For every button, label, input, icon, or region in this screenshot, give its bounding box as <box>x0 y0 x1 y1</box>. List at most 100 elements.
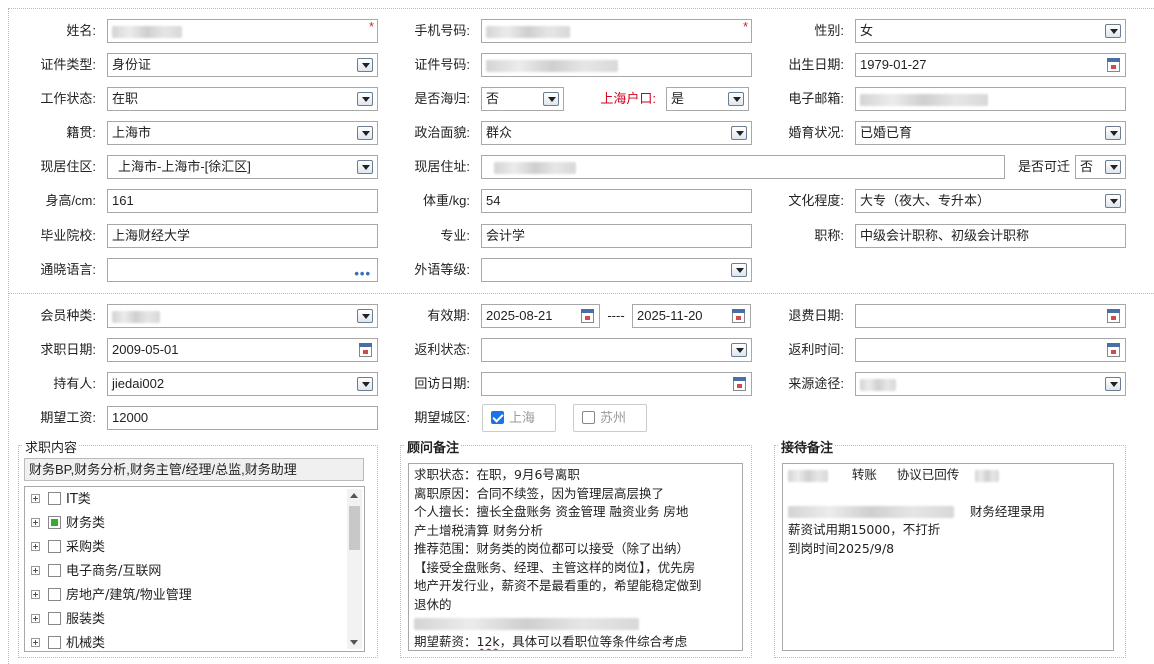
checkbox-icon[interactable] <box>48 564 61 577</box>
foreign-level-select[interactable] <box>481 258 752 282</box>
chevron-down-icon[interactable] <box>543 92 559 106</box>
chevron-down-icon[interactable] <box>357 160 373 174</box>
chevron-down-icon[interactable] <box>1105 160 1121 174</box>
chevron-down-icon[interactable] <box>1105 24 1121 38</box>
name-input[interactable]: * <box>107 19 378 43</box>
work-status-select[interactable]: 在职 <box>107 87 378 111</box>
validity-to-input[interactable]: 2025-11-20 <box>632 304 751 328</box>
chevron-down-icon[interactable] <box>357 92 373 106</box>
expand-icon[interactable] <box>31 614 40 623</box>
rebate-time-input[interactable] <box>855 338 1126 362</box>
scroll-down-icon[interactable] <box>350 640 358 645</box>
chevron-down-icon[interactable] <box>731 126 747 140</box>
gender-select[interactable]: 女 <box>855 19 1126 43</box>
checkbox-icon[interactable] <box>582 411 595 424</box>
city-label: 期望城区: <box>414 410 470 425</box>
id-type-select[interactable]: 身份证 <box>107 53 378 77</box>
scroll-up-icon[interactable] <box>350 493 358 498</box>
address-input[interactable] <box>481 155 1005 179</box>
advisor-notes-textarea[interactable]: 求职状态：在职，9月6号离职 离职原因：合同不续签，因为管理层高层换了 个人擅长… <box>408 463 743 651</box>
tree-item-it[interactable]: IT类 <box>31 490 91 510</box>
checkbox-icon[interactable] <box>48 588 61 601</box>
political-select[interactable]: 群众 <box>481 121 752 145</box>
expand-icon[interactable] <box>31 566 40 575</box>
checkbox-icon[interactable] <box>48 540 61 553</box>
holder-select[interactable]: jiedai002 <box>107 372 378 396</box>
scroll-thumb[interactable] <box>349 506 360 550</box>
rebate-status-select[interactable] <box>481 338 752 362</box>
email-label: 电子邮箱: <box>788 91 844 106</box>
chevron-down-icon[interactable] <box>357 126 373 140</box>
checkbox-partial-icon[interactable] <box>48 516 61 529</box>
city-option-shanghai[interactable]: 上海 <box>482 404 556 432</box>
validity-from-input[interactable]: 2025-08-21 <box>481 304 600 328</box>
calendar-icon[interactable] <box>1107 58 1120 72</box>
title-input[interactable]: 中级会计职称、初级会计职称 <box>855 224 1126 248</box>
salary-input[interactable]: 12000 <box>107 406 378 430</box>
sh-hukou-select[interactable]: 是 <box>666 87 749 111</box>
chevron-down-icon[interactable] <box>731 343 747 357</box>
expand-icon[interactable] <box>31 518 40 527</box>
chevron-down-icon[interactable] <box>1105 377 1121 391</box>
calendar-icon[interactable] <box>732 309 745 323</box>
calendar-icon[interactable] <box>359 343 372 357</box>
birth-date-input[interactable]: 1979-01-27 <box>855 53 1126 77</box>
tree-item-ecommerce[interactable]: 电子商务/互联网 <box>31 562 161 582</box>
checkbox-checked-icon[interactable] <box>491 411 504 424</box>
job-category-tree[interactable]: IT类 财务类 采购类 电子商务/互联网 房地产/建筑/物业管理 服装类 机械类 <box>24 486 365 652</box>
phone-input[interactable]: * <box>481 19 752 43</box>
chevron-down-icon[interactable] <box>1105 126 1121 140</box>
education-select[interactable]: 大专（夜大、专升本） <box>855 189 1126 213</box>
expand-icon[interactable] <box>31 542 40 551</box>
source-select[interactable] <box>855 372 1126 396</box>
checkbox-icon[interactable] <box>48 636 61 649</box>
calendar-icon[interactable] <box>581 309 594 323</box>
job-content-title: 求职内容 <box>23 437 80 456</box>
visit-date-input[interactable] <box>481 372 752 396</box>
job-date-input[interactable]: 2009-05-01 <box>107 338 378 362</box>
returnee-select[interactable]: 否 <box>481 87 564 111</box>
calendar-icon[interactable] <box>733 377 746 391</box>
calendar-icon[interactable] <box>1107 309 1120 323</box>
chevron-down-icon[interactable] <box>1105 194 1121 208</box>
languages-input[interactable]: ••• <box>107 258 378 282</box>
id-number-input[interactable] <box>481 53 752 77</box>
native-select[interactable]: 上海市 <box>107 121 378 145</box>
member-type-label: 会员种类: <box>40 308 96 323</box>
height-input[interactable]: 161 <box>107 189 378 213</box>
email-input[interactable] <box>855 87 1126 111</box>
tree-item-apparel[interactable]: 服装类 <box>31 610 105 630</box>
checkbox-icon[interactable] <box>48 492 61 505</box>
relocate-label: 是否可迁 <box>1017 159 1070 174</box>
weight-input[interactable]: 54 <box>481 189 752 213</box>
advisor-line-redacted <box>414 614 737 633</box>
chevron-down-icon[interactable] <box>728 92 744 106</box>
checkbox-icon[interactable] <box>48 612 61 625</box>
reception-notes-textarea[interactable]: 转账 协议已回传 财务经理录用 薪资试用期15000，不打折 到岗时间2025/… <box>782 463 1114 651</box>
city-option-suzhou[interactable]: 苏州 <box>573 404 647 432</box>
more-icon[interactable]: ••• <box>354 263 371 281</box>
expand-icon[interactable] <box>31 590 40 599</box>
tree-scrollbar[interactable] <box>347 489 362 649</box>
tree-item-purchasing[interactable]: 采购类 <box>31 538 105 558</box>
school-input[interactable]: 上海财经大学 <box>107 224 378 248</box>
chevron-down-icon[interactable] <box>357 309 373 323</box>
tree-item-finance[interactable]: 财务类 <box>31 514 105 534</box>
languages-label: 通晓语言: <box>40 262 96 277</box>
chevron-down-icon[interactable] <box>357 377 373 391</box>
chevron-down-icon[interactable] <box>731 263 747 277</box>
member-type-select[interactable] <box>107 304 378 328</box>
relocate-select[interactable]: 否 <box>1075 155 1126 179</box>
height-label: 身高/cm: <box>45 193 96 208</box>
residence-area-select[interactable]: 上海市-上海市-[徐汇区] <box>107 155 378 179</box>
refund-date-input[interactable] <box>855 304 1126 328</box>
chevron-down-icon[interactable] <box>357 58 373 72</box>
major-input[interactable]: 会计学 <box>481 224 752 248</box>
tree-item-realestate[interactable]: 房地产/建筑/物业管理 <box>31 586 192 606</box>
calendar-icon[interactable] <box>1107 343 1120 357</box>
tree-item-machinery[interactable]: 机械类 <box>31 634 105 651</box>
holder-label: 持有人: <box>53 376 96 391</box>
expand-icon[interactable] <box>31 638 40 647</box>
expand-icon[interactable] <box>31 494 40 503</box>
marital-select[interactable]: 已婚已育 <box>855 121 1126 145</box>
